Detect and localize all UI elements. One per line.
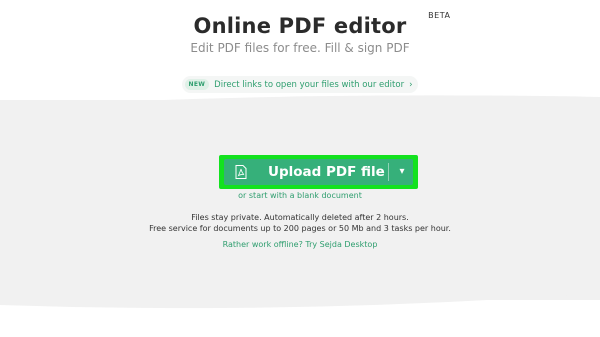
blank-document-link[interactable]: or start with a blank document — [238, 191, 362, 200]
pdf-file-icon — [235, 165, 247, 179]
chevron-right-icon: › — [409, 79, 413, 90]
main-band — [0, 100, 600, 300]
info-line-privacy: Files stay private. Automatically delete… — [191, 213, 409, 222]
offline-row: Rather work offline? Try Sejda Desktop — [0, 240, 600, 249]
button-divider — [388, 163, 389, 181]
news-text: Direct links to open your files with our… — [214, 79, 405, 90]
news-link[interactable]: NEW Direct links to open your files with… — [181, 76, 419, 93]
info-line-limits: Free service for documents up to 200 pag… — [149, 224, 451, 233]
chevron-down-icon[interactable]: ▾ — [394, 161, 410, 183]
page-title: Online PDF editor BETA — [193, 11, 450, 38]
page-subtitle: Edit PDF files for free. Fill & sign PDF — [190, 41, 410, 55]
upload-pdf-button[interactable]: Upload PDF file ▾ — [224, 159, 413, 185]
beta-badge: BETA — [428, 11, 451, 20]
band-bottom-wave — [0, 285, 600, 309]
blank-document-row: or start with a blank document — [0, 191, 600, 200]
title-row: Online PDF editor BETA — [0, 11, 600, 38]
new-badge: NEW — [184, 79, 210, 90]
band-top-wave — [0, 95, 600, 115]
desktop-app-link[interactable]: Rather work offline? Try Sejda Desktop — [223, 240, 378, 249]
info-text: Files stay private. Automatically delete… — [0, 212, 600, 234]
upload-button-label: Upload PDF file — [268, 164, 385, 180]
page-title-text: Online PDF editor — [193, 14, 407, 38]
news-banner: NEW Direct links to open your files with… — [0, 76, 600, 93]
